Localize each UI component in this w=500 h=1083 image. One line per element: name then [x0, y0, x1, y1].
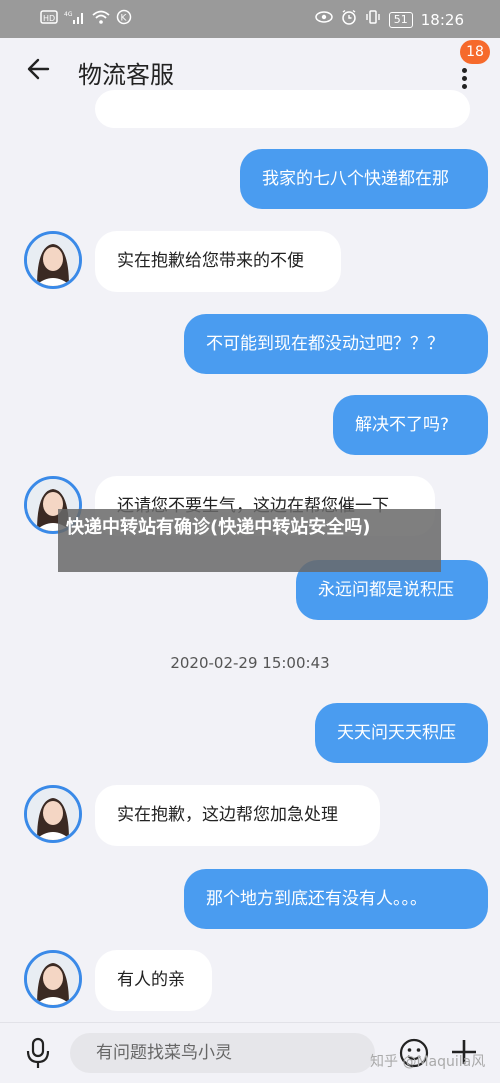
svg-text:HD: HD: [43, 14, 55, 23]
message-bubble-user: 解决不了吗?: [333, 395, 488, 455]
watermark-text: 知乎 @Maquila风: [370, 1054, 486, 1070]
message-bubble-agent: 实在抱歉给您带来的不便: [95, 231, 341, 292]
message-bubble-partial: [95, 90, 470, 128]
status-right-icons: 51 18:26: [315, 9, 464, 30]
microphone-icon[interactable]: [24, 1037, 52, 1069]
alarm-icon: [341, 9, 357, 30]
message-bubble-user: 那个地方到底还有没有人。。。: [184, 869, 488, 929]
message-bubble-agent: 实在抱歉，这边帮您加急处理: [95, 785, 380, 846]
sim-hd-icon: HD: [40, 10, 58, 29]
message-bubble-user: 不可能到现在都没动过吧？？？: [184, 314, 488, 374]
signal-4g-icon: 4G: [64, 9, 86, 30]
message-bubble-user: 我家的七八个快递都在那: [240, 149, 488, 209]
svg-text:4G: 4G: [64, 11, 73, 18]
status-bar: HD 4G K 51 18:26: [0, 0, 500, 38]
back-arrow-icon[interactable]: [22, 52, 56, 86]
agent-avatar: [24, 785, 82, 843]
overlay-caption: 快递中转站有确诊(快递中转站安全吗): [58, 509, 441, 572]
notification-badge: 18: [460, 40, 490, 64]
wifi-icon: [92, 10, 110, 29]
input-bar: 有问题找菜鸟小灵 知乎 @Maquila风: [0, 1022, 500, 1083]
message-input[interactable]: 有问题找菜鸟小灵: [70, 1033, 375, 1073]
message-bubble-user: 天天问天天积压: [315, 703, 488, 763]
agent-avatar: [24, 231, 82, 289]
eye-icon: [315, 10, 333, 29]
more-menu-icon[interactable]: [454, 62, 474, 92]
vibrate-icon: [365, 9, 381, 30]
message-bubble-agent: 有人的亲: [95, 950, 212, 1011]
agent-avatar: [24, 950, 82, 1008]
data-icon: K: [116, 9, 132, 30]
message-timestamp: 2020-02-29 15:00:43: [170, 654, 330, 672]
battery-indicator: 51: [388, 11, 413, 28]
status-time: 18:26: [420, 10, 464, 29]
svg-text:K: K: [121, 14, 128, 24]
page-title: 物流客服: [78, 61, 174, 89]
status-left-icons: HD 4G K: [40, 9, 132, 30]
